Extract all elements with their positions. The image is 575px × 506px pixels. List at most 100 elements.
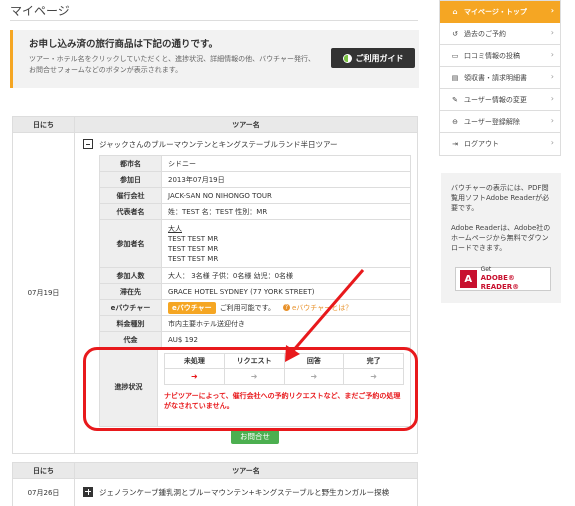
detail-fare-type: 市内主要ホテル送迎付き xyxy=(168,319,245,328)
detail-label: 参加日 xyxy=(100,172,162,187)
detail-label: eバウチャー xyxy=(100,300,162,315)
chevron-right-icon: › xyxy=(550,94,554,103)
detail-label: 料金種別 xyxy=(100,316,162,331)
sidebar-item-label: 口コミ情報の投稿 xyxy=(464,51,520,60)
info-text: ツアー・ホテル名をクリックしていただくと、進捗状況、詳細情報の他、バウチャー発行… xyxy=(29,55,316,74)
detail-operator: JACK-SAN NO NIHONGO TOUR xyxy=(168,191,272,200)
detail-label: 代表者名 xyxy=(100,204,162,219)
chevron-right-icon: › xyxy=(550,116,554,125)
reservation-table: 日にち ツアー名 07月19日 ジャックさんのブルーマウンテンとキングステーブル… xyxy=(12,116,418,454)
sidebar-item-mypage-top[interactable]: ⌂ マイページ・トップ › xyxy=(440,1,560,23)
detail-hotel: GRACE HOTEL SYDNEY (77 YORK STREET) xyxy=(168,287,315,296)
detail-price: AU$ 192 xyxy=(168,335,198,344)
reader-download-note: Adobe Readerは、Adobe社のホームページから無料でダウンロードでき… xyxy=(451,224,551,252)
detail-count: 大人： 3名様 子供：0名様 幼児：0名様 xyxy=(168,271,294,280)
arrow-right-icon: ➜ xyxy=(310,372,318,381)
beginner-mark-icon xyxy=(342,53,352,63)
progress-step-label: 未処理 xyxy=(165,354,224,369)
guide-button-label: ご利用ガイド xyxy=(355,53,404,63)
detail-label: 催行会社 xyxy=(100,188,162,203)
expand-toggle-icon[interactable] xyxy=(83,487,93,497)
detail-label: 参加者名 xyxy=(100,220,162,267)
progress-step-label: リクエスト xyxy=(224,354,284,369)
arrow-right-icon: ➜ xyxy=(370,372,377,381)
detail-representative: 姓：TEST 名：TEST 性別：MR xyxy=(168,207,268,216)
progress-step: リクエスト ➜ xyxy=(223,353,284,385)
sidebar-item-logout[interactable]: ⇥ ログアウト › xyxy=(440,133,560,155)
sidebar-item-receipt[interactable]: ▤ 領収書・請求明細書 › xyxy=(440,67,560,89)
detail-date: 2013年07月19日 xyxy=(168,175,225,184)
question-icon: ? xyxy=(283,304,290,311)
sidebar-item-review[interactable]: ▭ 口コミ情報の投稿 › xyxy=(440,45,560,67)
sidebar-menu: ⌂ マイページ・トップ › ↺ 過去のご予約 › ▭ 口コミ情報の投稿 › ▤ … xyxy=(439,0,561,156)
adobe-get-label: Get xyxy=(480,266,492,273)
participant-name: TEST TEST MR xyxy=(168,254,219,263)
col-header-tour: ツアー名 xyxy=(75,463,417,479)
progress-step-label: 回答 xyxy=(284,354,344,369)
adobe-logo-icon: A xyxy=(460,270,477,288)
sidebar-item-label: 領収書・請求明細書 xyxy=(464,73,527,82)
participant-type: 大人 xyxy=(168,224,182,233)
reader-note: バウチャーの表示には、PDF閲覧用ソフトAdobe Readerが必要です。 xyxy=(451,184,550,212)
detail-participants: 大人 TEST TEST MR TEST TEST MR TEST TEST M… xyxy=(162,220,410,267)
collapse-toggle-icon[interactable] xyxy=(83,139,93,149)
tour-date: 07月19日 xyxy=(13,133,75,453)
progress-step: 未処理 ➜ xyxy=(164,353,224,385)
remove-icon: ⊖ xyxy=(452,117,458,126)
col-header-date: 日にち xyxy=(13,117,75,133)
sidebar-item-label: ユーザー情報の変更 xyxy=(464,95,527,104)
reservation-table-2: 日にち ツアー名 07月26日 ジェノランケーブ鍾乳洞とブルーマウンテン+キング… xyxy=(12,462,418,506)
chevron-right-icon: › xyxy=(550,138,554,147)
participant-name: TEST TEST MR xyxy=(168,234,219,243)
progress-note: ナビツアーによって、催行会社への予約リクエストなど、まだご予約の処理がなされてい… xyxy=(164,392,401,410)
history-icon: ↺ xyxy=(452,29,458,38)
chevron-right-icon: › xyxy=(550,50,554,59)
progress-step: 完了 ➜ xyxy=(343,353,404,385)
guide-button[interactable]: ご利用ガイド xyxy=(331,48,415,68)
detail-label: 進捗状況 xyxy=(100,348,158,426)
tour-name-link[interactable]: ジェノランケーブ鍾乳洞とブルーマウンテン+キングステーブルと野生カンガルー探検 xyxy=(99,487,389,498)
sidebar-item-user-info[interactable]: ✎ ユーザー情報の変更 › xyxy=(440,89,560,111)
get-adobe-reader-button[interactable]: A Get ADOBE® READER® xyxy=(455,266,551,291)
col-header-tour: ツアー名 xyxy=(75,117,417,133)
sidebar-item-past-bookings[interactable]: ↺ 過去のご予約 › xyxy=(440,23,560,45)
sidebar-item-label: ログアウト xyxy=(464,140,499,148)
inquiry-button[interactable]: お問合せ xyxy=(231,428,279,444)
comment-icon: ▭ xyxy=(451,51,459,60)
progress-status: 未処理 ➜ リクエスト ➜ 回答 ➜ 完了 ➜ ナビツアーによって、催行会社への… xyxy=(158,348,410,426)
logout-icon: ⇥ xyxy=(452,140,458,148)
sidebar-item-label: 過去のご予約 xyxy=(464,29,506,38)
chevron-right-icon: › xyxy=(550,6,554,15)
col-header-date: 日にち xyxy=(13,463,75,479)
home-icon: ⌂ xyxy=(452,8,458,16)
detail-city: シドニー xyxy=(168,159,196,168)
chevron-right-icon: › xyxy=(550,72,554,81)
sidebar-item-label: マイページ・トップ xyxy=(464,8,527,16)
wrench-icon: ✎ xyxy=(452,95,458,104)
tour-name-link[interactable]: ジャックさんのブルーマウンテンとキングステーブルランド半日ツアー xyxy=(99,139,338,150)
detail-label: 都市名 xyxy=(100,156,162,171)
chevron-right-icon: › xyxy=(550,28,554,37)
tour-date: 07月26日 xyxy=(13,479,75,506)
info-heading: お申し込み済の旅行商品は下記の通りです。 xyxy=(29,39,219,50)
arrow-right-icon: ➜ xyxy=(250,372,258,381)
sidebar-item-label: ユーザー登録解除 xyxy=(464,117,520,126)
participant-name: TEST TEST MR xyxy=(168,244,219,253)
arrow-right-icon: ➜ xyxy=(191,372,198,381)
info-box: お申し込み済の旅行商品は下記の通りです。 ツアー・ホテル名をクリックしていただく… xyxy=(10,30,419,88)
evoucher-button[interactable]: eバウチャー xyxy=(168,301,216,314)
detail-label: 参加人数 xyxy=(100,268,162,283)
adobe-reader-label: ADOBE® READER® xyxy=(480,274,520,291)
evoucher-help-link[interactable]: ? eバウチャーとは？ xyxy=(283,303,352,313)
tour-detail-table: 都市名 シドニー 参加日 2013年07月19日 催行会社 JACK-SAN N… xyxy=(99,155,411,427)
progress-step: 回答 ➜ xyxy=(283,353,344,385)
progress-step-label: 完了 xyxy=(344,354,403,369)
progress-steps: 未処理 ➜ リクエスト ➜ 回答 ➜ 完了 ➜ xyxy=(164,353,404,385)
sidebar-item-unregister[interactable]: ⊖ ユーザー登録解除 › xyxy=(440,111,560,133)
detail-label: 滞在先 xyxy=(100,284,162,299)
evoucher-status: ご利用可能です。 xyxy=(219,303,275,312)
detail-evoucher: eバウチャー ご利用可能です。 ? eバウチャーとは？ xyxy=(162,300,410,315)
title-divider xyxy=(10,20,418,21)
detail-label: 代金 xyxy=(100,332,162,347)
adobe-reader-box: バウチャーの表示には、PDF閲覧用ソフトAdobe Readerが必要です。 A… xyxy=(441,173,561,303)
